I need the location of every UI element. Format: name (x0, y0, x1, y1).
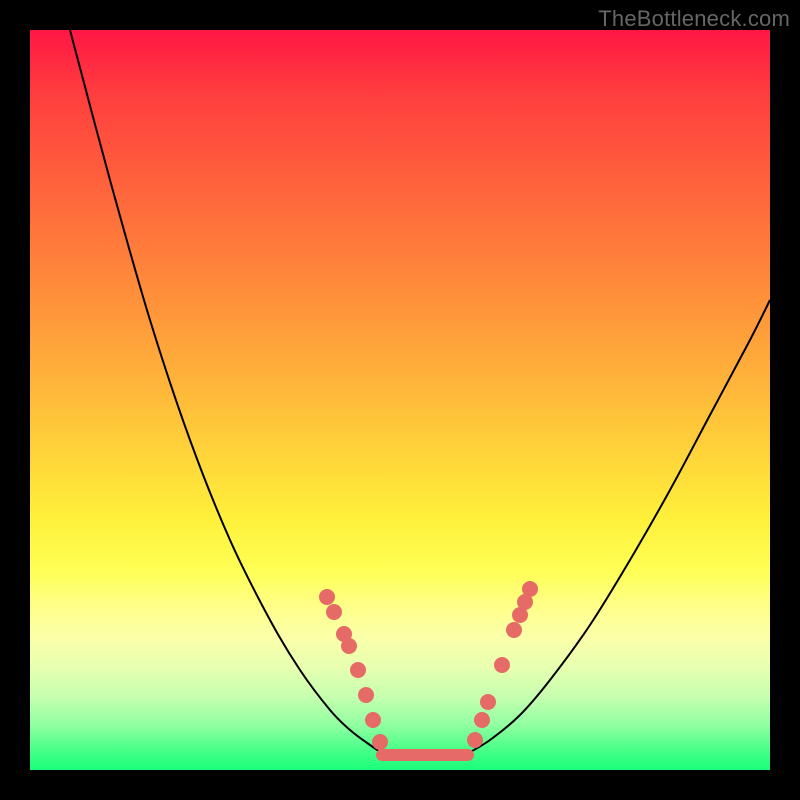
chart-frame: TheBottleneck.com (0, 0, 800, 800)
marker-dot (341, 638, 357, 654)
marker-dot (326, 604, 342, 620)
marker-dot (358, 687, 374, 703)
marker-dot (494, 657, 510, 673)
marker-dot (467, 732, 483, 748)
marker-dot (372, 734, 388, 750)
marker-dot (365, 712, 381, 728)
marker-dot (319, 589, 335, 605)
marker-group (319, 581, 538, 750)
watermark-text: TheBottleneck.com (598, 6, 790, 32)
marker-dot (522, 581, 538, 597)
plot-area (30, 30, 770, 770)
curve-right (465, 300, 770, 755)
marker-dot (474, 712, 490, 728)
chart-svg (30, 30, 770, 770)
marker-dot (350, 662, 366, 678)
marker-dot (506, 622, 522, 638)
curve-left (70, 30, 385, 755)
marker-dot (480, 694, 496, 710)
